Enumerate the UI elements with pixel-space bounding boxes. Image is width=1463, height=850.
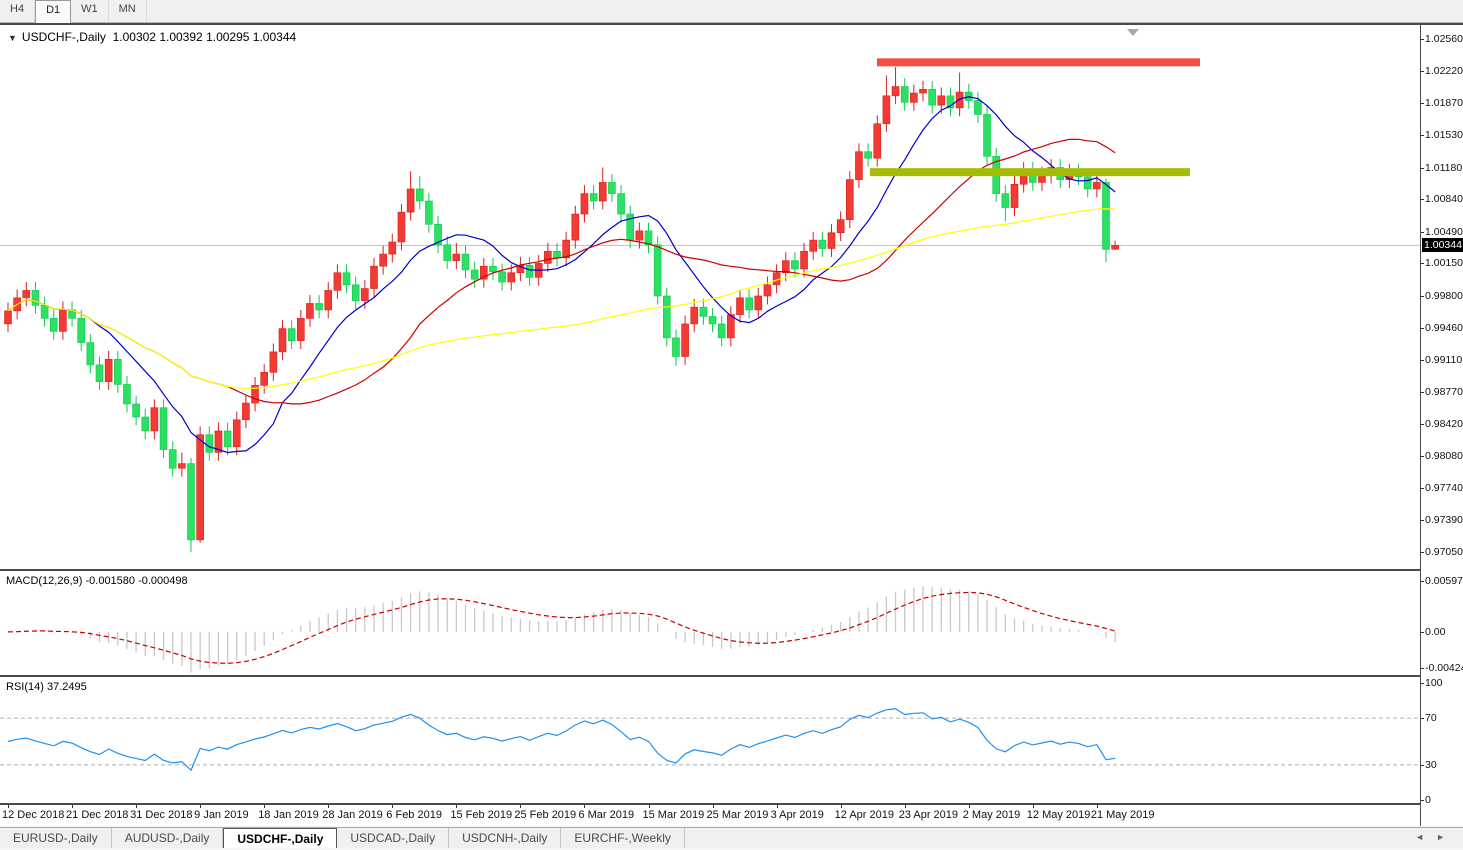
chart-tab-eurusd[interactable]: EURUSD-,Daily bbox=[0, 828, 112, 849]
date-label: 15 Mar 2019 bbox=[643, 809, 705, 821]
price-axis-label: 1.02560 bbox=[1425, 33, 1463, 45]
macd-axis-label: 0.00597 bbox=[1425, 575, 1463, 587]
chart-window: ▼ USDCHF-,Daily 1.00302 1.00392 1.00295 1… bbox=[0, 23, 1463, 826]
support-line[interactable] bbox=[870, 168, 1190, 176]
price-axis-label: 1.00150 bbox=[1425, 257, 1463, 269]
rsi-value: 37.2495 bbox=[47, 681, 87, 693]
price-plot[interactable] bbox=[0, 26, 1420, 569]
rsi-axis-label: 0 bbox=[1425, 794, 1431, 806]
timeframe-button-h4[interactable]: H4 bbox=[0, 0, 35, 22]
price-panel[interactable] bbox=[0, 26, 1420, 571]
date-label: 9 Jan 2019 bbox=[194, 809, 248, 821]
date-label: 12 Apr 2019 bbox=[835, 809, 894, 821]
timeframe-toolbar: H4D1W1MN bbox=[0, 0, 1463, 23]
symbol-dropdown-icon[interactable]: ▼ bbox=[8, 33, 17, 43]
date-label: 15 Feb 2019 bbox=[450, 809, 512, 821]
price-axis[interactable]: 1.02560 1.02220 1.01870 1.01530 1.01180 1.008… bbox=[1420, 25, 1463, 826]
macd-axis-label: -0.004243 bbox=[1425, 662, 1463, 674]
price-axis-label: 0.99800 bbox=[1425, 290, 1463, 302]
macd-label: MACD(12,26,9) -0.001580 -0.000498 bbox=[6, 575, 188, 587]
macd-signal-value: -0.000498 bbox=[138, 575, 188, 587]
chart-tab-usdcnh[interactable]: USDCNH-,Daily bbox=[449, 828, 561, 849]
macd-panel[interactable]: MACD(12,26,9) -0.001580 -0.000498 bbox=[0, 571, 1420, 677]
price-axis-label: 0.98420 bbox=[1425, 418, 1463, 430]
time-axis[interactable]: 12 Dec 201821 Dec 201831 Dec 20189 Jan 2… bbox=[0, 805, 1420, 826]
timeframe-button-d1[interactable]: D1 bbox=[35, 0, 71, 24]
rsi-plot[interactable] bbox=[0, 677, 1420, 803]
timeframe-button-mn[interactable]: MN bbox=[109, 0, 147, 22]
date-label: 18 Jan 2019 bbox=[258, 809, 319, 821]
date-label: 23 Apr 2019 bbox=[899, 809, 958, 821]
date-label: 31 Dec 2018 bbox=[130, 809, 192, 821]
price-axis-label: 1.01180 bbox=[1425, 162, 1462, 174]
rsi-axis-label: 30 bbox=[1425, 759, 1437, 771]
chart-tab-usdcad[interactable]: USDCAD-,Daily bbox=[337, 828, 449, 849]
price-axis-label: 0.97050 bbox=[1425, 546, 1463, 558]
date-label: 6 Mar 2019 bbox=[578, 809, 634, 821]
macd-axis-label: 0.00 bbox=[1425, 626, 1445, 638]
date-label: 21 Dec 2018 bbox=[66, 809, 128, 821]
date-label: 3 Apr 2019 bbox=[771, 809, 824, 821]
tab-scroll-left-icon[interactable]: ◄ bbox=[1415, 832, 1436, 842]
rsi-axis-label: 70 bbox=[1425, 712, 1437, 724]
macd-value: -0.001580 bbox=[85, 575, 135, 587]
chart-tab-usdchf[interactable]: USDCHF-,Daily bbox=[223, 828, 337, 849]
ohlc-close: 1.00344 bbox=[253, 30, 296, 44]
price-axis-label: 0.97390 bbox=[1425, 514, 1463, 526]
macd-signal-line bbox=[8, 592, 1115, 663]
macd-histogram bbox=[8, 586, 1115, 672]
price-axis-label: 1.01870 bbox=[1425, 97, 1463, 109]
price-axis-label: 0.98770 bbox=[1425, 386, 1463, 398]
chart-tab-audusd[interactable]: AUDUSD-,Daily bbox=[112, 828, 224, 849]
rsi-panel[interactable]: RSI(14) 37.2495 bbox=[0, 677, 1420, 805]
price-axis-label: 0.99110 bbox=[1425, 354, 1462, 366]
price-axis-label: 1.00840 bbox=[1425, 193, 1463, 205]
resistance-line[interactable] bbox=[877, 58, 1200, 66]
date-label: 25 Mar 2019 bbox=[707, 809, 769, 821]
rsi-axis-label: 100 bbox=[1425, 677, 1443, 689]
date-label: 25 Feb 2019 bbox=[514, 809, 576, 821]
date-label: 12 May 2019 bbox=[1027, 809, 1091, 821]
chart-title: ▼ USDCHF-,Daily 1.00302 1.00392 1.00295 1… bbox=[8, 30, 296, 44]
price-axis-label: 0.97740 bbox=[1425, 482, 1463, 494]
chart-tab-eurchf[interactable]: EURCHF-,Weekly bbox=[561, 828, 684, 849]
ohlc-open: 1.00302 bbox=[113, 30, 156, 44]
date-label: 21 May 2019 bbox=[1091, 809, 1155, 821]
chart-symbol-label: USDCHF-,Daily bbox=[22, 30, 106, 44]
macd-plot[interactable] bbox=[0, 571, 1420, 675]
price-axis-label: 0.98080 bbox=[1425, 450, 1463, 462]
chart-tab-bar: EURUSD-,DailyAUDUSD-,DailyUSDCHF-,DailyU… bbox=[0, 827, 1463, 849]
chart-shift-marker-icon[interactable] bbox=[1127, 29, 1139, 36]
date-label: 2 May 2019 bbox=[963, 809, 1020, 821]
date-label: 6 Feb 2019 bbox=[386, 809, 442, 821]
ma-line-10 bbox=[8, 97, 1115, 453]
ohlc-high: 1.00392 bbox=[159, 30, 202, 44]
ohlc-low: 1.00295 bbox=[206, 30, 249, 44]
price-axis-label: 1.01530 bbox=[1425, 129, 1463, 141]
ma-line-60 bbox=[8, 209, 1115, 388]
candles-layer bbox=[5, 67, 1119, 552]
price-axis-label: 1.02220 bbox=[1425, 65, 1463, 77]
price-axis-label: 1.00490 bbox=[1425, 226, 1463, 238]
date-label: 28 Jan 2019 bbox=[322, 809, 383, 821]
rsi-label: RSI(14) 37.2495 bbox=[6, 681, 87, 693]
date-label: 12 Dec 2018 bbox=[2, 809, 64, 821]
price-axis-label: 0.99460 bbox=[1425, 322, 1463, 334]
timeframe-button-w1[interactable]: W1 bbox=[71, 0, 109, 22]
tab-scroll-right-icon[interactable]: ► bbox=[1436, 832, 1457, 842]
current-price-tag: 1.00344 bbox=[1422, 238, 1463, 252]
